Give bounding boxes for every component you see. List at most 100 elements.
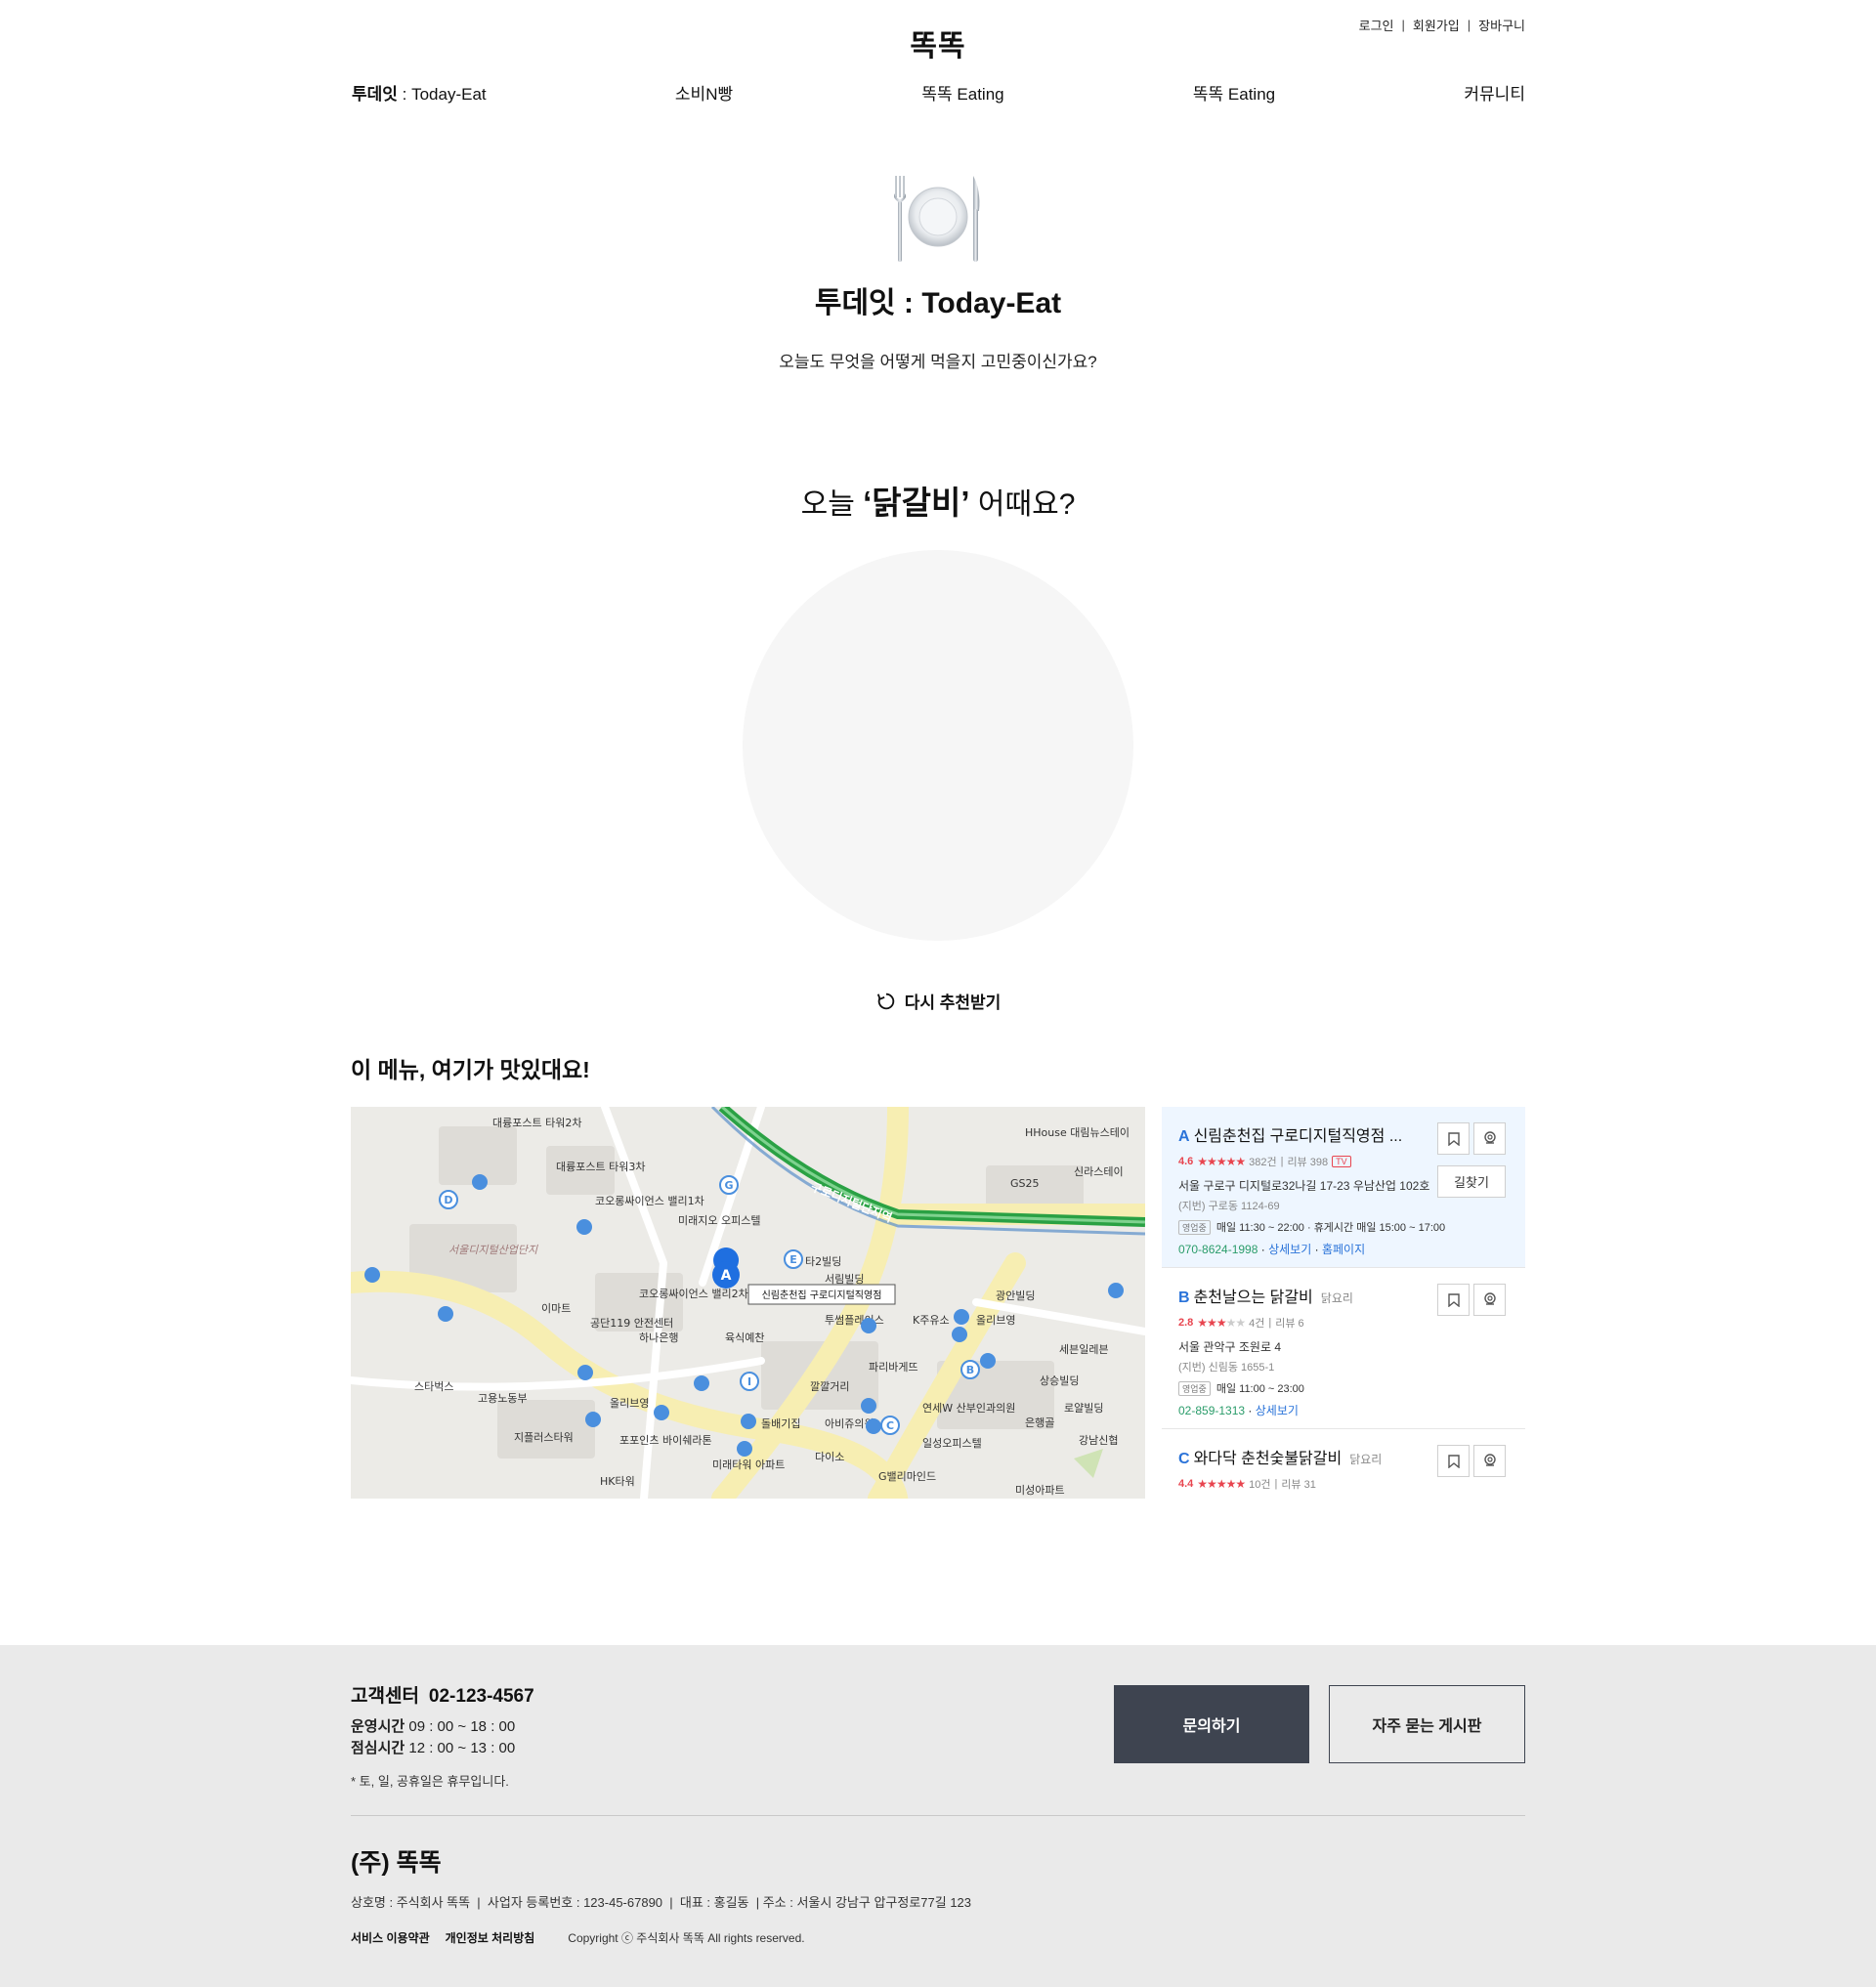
rating-count: 4건 [1249, 1318, 1265, 1330]
map-pin-i[interactable]: I [740, 1372, 759, 1391]
customer-center-hours: 운영시간 09 : 00 ~ 18 : 00 점심시간 12 : 00 ~ 13… [351, 1716, 515, 1759]
nav-item-ttokttok-eating-2[interactable]: 똑똑 Eating [1193, 80, 1275, 105]
star-icon: ★★★★★ [1197, 1316, 1246, 1330]
result-letter: A [1178, 1128, 1190, 1145]
result-address: 서울 관악구 조원로 4 [1178, 1340, 1281, 1354]
rating-score: 4.6 [1178, 1156, 1194, 1167]
map-popup-label: 신림춘천집 구로디지털직영점 [762, 1289, 882, 1301]
nav-item-today-eat[interactable]: 투데잇 : Today-Eat [352, 80, 487, 105]
map-label: 대륭포스트 타워2차 [492, 1117, 581, 1129]
star-icon: ★★★★★ [1197, 1477, 1246, 1491]
bookmark-button[interactable] [1437, 1445, 1470, 1477]
detail-link[interactable]: 상세보기 [1256, 1404, 1299, 1417]
detail-link[interactable]: 상세보기 [1268, 1243, 1311, 1256]
hours-text: 매일 11:00 ~ 23:00 [1215, 1383, 1304, 1395]
result-hours: 영업중 매일 11:00 ~ 23:00 [1178, 1380, 1510, 1396]
map-label: 로얄빌딩 [1064, 1401, 1103, 1415]
bookmark-button[interactable] [1437, 1284, 1470, 1316]
map-pin-c[interactable]: C [880, 1416, 900, 1435]
nav-item-ttokttok-eating[interactable]: 똑똑 Eating [921, 80, 1003, 105]
location-pin-icon [1483, 1130, 1496, 1144]
menu-image-placeholder [743, 550, 1133, 941]
map-label: 연세W 산부인과의원 [922, 1402, 1015, 1415]
map-label: 공단119 안전센터 [590, 1317, 673, 1330]
map-pin-e[interactable]: E [784, 1249, 803, 1269]
open-status-badge: 영업중 [1178, 1219, 1211, 1235]
result-title: 와다닥 춘천숯불닭갈비 [1193, 1451, 1343, 1467]
map-label: 상승빌딩 [1040, 1374, 1079, 1387]
customer-center-phone: 02-123-4567 [428, 1686, 534, 1707]
location-button[interactable] [1473, 1284, 1506, 1316]
divider: | [1268, 1317, 1272, 1329]
svg-text:A: A [721, 1268, 732, 1284]
site-logo[interactable]: 똑똑 [0, 21, 1876, 64]
map-label: 스타벅스 [414, 1380, 453, 1393]
nav-item-community[interactable]: 커뮤니티 [1464, 80, 1525, 105]
map-label: 일성오피스텔 [922, 1436, 982, 1450]
tv-badge: TV [1332, 1156, 1351, 1167]
result-jibun: (지번) 신림동 1655-1 [1178, 1362, 1275, 1374]
result-jibun: (지번) 구로동 1124-69 [1178, 1201, 1280, 1212]
places-section-title: 이 메뉴, 여기가 맛있대요! [351, 1057, 590, 1082]
refresh-icon [876, 993, 894, 1009]
divider: · [1248, 1404, 1256, 1417]
nav-item-label: 소비N빵 [674, 85, 734, 104]
page-title: 투데잇 : Today-Eat [814, 287, 1062, 319]
map-label: 미래타워 아파트 [712, 1459, 785, 1471]
map-label: 이마트 [541, 1302, 571, 1315]
review-count: 리뷰 31 [1281, 1479, 1316, 1491]
map-label: G밸리마인드 [878, 1470, 936, 1483]
location-button[interactable] [1473, 1122, 1506, 1155]
result-item-c[interactable]: C 와다닥 춘천숯불닭갈비 닭요리 4.4 ★★★★★ 10건 | 리뷰 31 [1162, 1429, 1525, 1499]
map-label: 고용노동부 [478, 1392, 528, 1405]
retry-recommend-button[interactable]: 다시 추천받기 [0, 989, 1876, 1013]
privacy-link[interactable]: 개인정보 처리방침 [446, 1929, 535, 1946]
restaurant-map[interactable]: 구로디지털단지역 서울디지털산업단지 대륭포스트 타워2차 대륭포스트 타워3차… [351, 1107, 1145, 1499]
divider: | [1280, 1156, 1284, 1167]
map-pin-a[interactable]: A [712, 1247, 740, 1289]
map-pin-d[interactable]: D [439, 1190, 458, 1209]
map-label: 타2빌딩 [805, 1255, 841, 1268]
map-pin-g[interactable]: G [719, 1175, 739, 1195]
divider: · [1260, 1243, 1269, 1256]
result-category: 닭요리 [1349, 1453, 1383, 1466]
map-label: HHouse 대림뉴스테이 [1025, 1126, 1130, 1139]
open-hours-value: 09 : 00 ~ 18 : 00 [408, 1718, 516, 1735]
divider: | [1274, 1478, 1278, 1490]
result-item-b[interactable]: B 춘천날으는 닭갈비 닭요리 2.8 ★★★★★ 4건 | 리뷰 6 서울 관악구… [1162, 1268, 1525, 1429]
star-empty: ★★ [1225, 1316, 1246, 1330]
result-hours: 영업중 매일 11:30 ~ 22:00 · 휴게시간 매일 15:00 ~ 1… [1178, 1219, 1510, 1235]
result-rating: 4.4 ★★★★★ 10건 | 리뷰 31 [1178, 1476, 1510, 1492]
recommendation-suffix: 어때요? [969, 488, 1076, 521]
map-pin-b[interactable]: B [960, 1360, 980, 1379]
rating-count: 382건 [1249, 1157, 1277, 1168]
map-label: 돌배기집 [761, 1417, 800, 1430]
lunch-hours-label: 점심시간 [351, 1740, 405, 1756]
nav-item-label-bold: 투데잇 [352, 85, 398, 104]
svg-text:C: C [886, 1419, 894, 1432]
location-button[interactable] [1473, 1445, 1506, 1477]
map-label: GS25 [1010, 1177, 1040, 1190]
open-hours-label: 운영시간 [351, 1718, 405, 1735]
result-letter: B [1178, 1289, 1190, 1306]
map-label: HK타워 [600, 1475, 635, 1488]
rating-count: 10건 [1249, 1479, 1271, 1491]
bookmark-icon [1447, 1454, 1460, 1468]
bookmark-button[interactable] [1437, 1122, 1470, 1155]
directions-button[interactable]: 길찾기 [1437, 1165, 1506, 1198]
result-contact: 070-8624-1998 · 상세보기 · 홈페이지 [1178, 1241, 1510, 1257]
nav-item-sobi-n-bbang[interactable]: 소비N빵 [675, 80, 733, 105]
location-pin-icon [1483, 1453, 1496, 1466]
result-item-a[interactable]: A 신림춘천집 구로디지털직영점 ... 4.6 ★★★★★ 382건 | 리뷰 … [1162, 1107, 1525, 1268]
terms-link[interactable]: 서비스 이용약관 [351, 1929, 430, 1946]
open-hours-row: 운영시간 09 : 00 ~ 18 : 00 [351, 1716, 515, 1738]
customer-center-label: 고객센터 [351, 1686, 419, 1707]
holiday-note: * 토, 일, 공휴일은 휴무입니다. [351, 1774, 509, 1789]
inquiry-button[interactable]: 문의하기 [1114, 1685, 1309, 1763]
map-label: K주유소 [913, 1314, 950, 1327]
retry-recommend-label: 다시 추천받기 [904, 994, 1002, 1012]
homepage-link[interactable]: 홈페이지 [1322, 1243, 1365, 1256]
nav-item-label: 똑똑 Eating [1192, 85, 1276, 104]
lunch-hours-row: 점심시간 12 : 00 ~ 13 : 00 [351, 1738, 515, 1759]
faq-button[interactable]: 자주 묻는 게시판 [1329, 1685, 1525, 1763]
